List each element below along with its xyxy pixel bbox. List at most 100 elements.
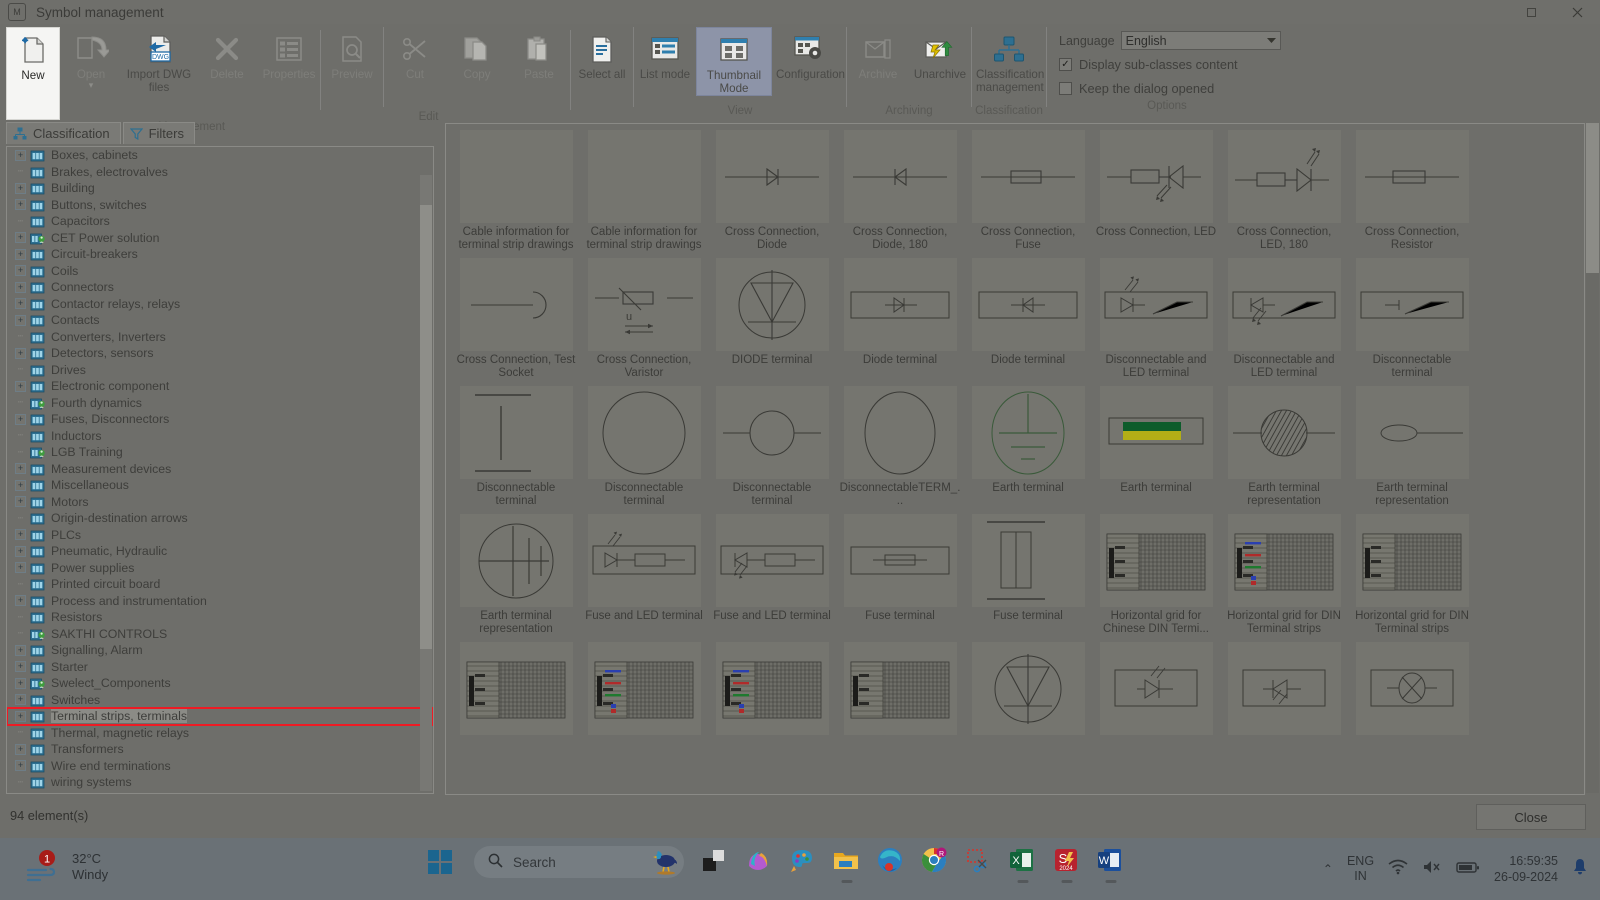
expand-toggle-icon[interactable]: + [15, 380, 26, 392]
tree-item[interactable]: + Detectors, sensors [7, 345, 433, 362]
tree-item[interactable]: + Signalling, Alarm [7, 642, 433, 659]
expand-toggle-icon[interactable]: + [15, 347, 26, 359]
copilot-icon[interactable] [744, 846, 774, 876]
clock[interactable]: 16:59:35 26-09-2024 [1494, 853, 1558, 885]
expand-toggle-icon[interactable]: + [15, 281, 26, 293]
tree-item[interactable]: + Miscellaneous [7, 477, 433, 494]
search-input[interactable]: Search [474, 846, 684, 878]
tree-item[interactable]: ┄ Brakes, electrovalves [7, 164, 433, 181]
expand-toggle-icon[interactable]: + [15, 182, 26, 194]
symbol-cell[interactable]: Disconnectable terminal [455, 386, 577, 508]
symbol-cell[interactable]: Cross Connection, Diode [711, 130, 833, 252]
close-button[interactable]: Close [1476, 804, 1586, 830]
symbol-grid-scrollbar-thumb[interactable] [1586, 123, 1599, 273]
chevron-down-icon[interactable]: ▾ [89, 80, 94, 89]
language-indicator[interactable]: ENG IN [1347, 854, 1374, 884]
configuration-button[interactable]: Configuration [772, 27, 846, 82]
symbol-cell[interactable]: Cross Connection, Diode, 180 [839, 130, 961, 252]
symbol-cell[interactable]: Disconnectable and LED terminal [1095, 258, 1217, 380]
chrome-icon[interactable]: R [920, 846, 950, 876]
tree-item[interactable]: + Measurement devices [7, 461, 433, 478]
unarchive-button[interactable]: Unarchive [909, 27, 971, 82]
symbol-cell[interactable]: Fuse terminal [967, 514, 1089, 636]
symbol-cell[interactable]: Cross Connection, LED, 180 [1223, 130, 1345, 252]
expand-toggle-icon[interactable]: + [15, 232, 26, 244]
tree-item[interactable]: + Boxes, cabinets [7, 147, 433, 164]
windows-logo-icon[interactable] [428, 850, 452, 874]
symbol-grid-container[interactable]: Cable information for terminal strip dra… [445, 123, 1585, 795]
tree-item[interactable]: + Wire end terminations [7, 758, 433, 775]
symbol-cell[interactable]: DisconnectableTERM_... [839, 386, 961, 508]
expand-toggle-icon[interactable]: + [15, 545, 26, 557]
symbol-cell[interactable]: Fuse terminal [839, 514, 961, 636]
tree-item[interactable]: + Pneumatic, Hydraulic [7, 543, 433, 560]
excel-icon[interactable]: X [1008, 846, 1038, 883]
symbol-cell[interactable] [583, 642, 705, 738]
tree-scrollbar[interactable] [420, 175, 432, 791]
tree-item[interactable]: + CET Power solution [7, 230, 433, 247]
wifi-icon[interactable] [1388, 859, 1408, 880]
tree-item[interactable]: + Motors [7, 494, 433, 511]
symbol-cell[interactable]: Cross Connection, Test Socket [455, 258, 577, 380]
symbol-cell[interactable]: Cross Connection, LED [1095, 130, 1217, 252]
paste-button[interactable]: Paste [508, 27, 570, 82]
symbol-cell[interactable]: Disconnectable terminal [711, 386, 833, 508]
new-button[interactable]: New [6, 27, 60, 120]
classification-management-button[interactable]: Classification management [972, 27, 1046, 94]
tree-item[interactable]: + Coils [7, 263, 433, 280]
tree-item[interactable]: + Contacts [7, 312, 433, 329]
task-view-icon[interactable] [700, 846, 730, 876]
expand-toggle-icon[interactable]: + [15, 199, 26, 211]
tree-item[interactable]: ┄ Drives [7, 362, 433, 379]
tree-item[interactable]: + Fuses, Disconnectors [7, 411, 433, 428]
keep-dialog-row[interactable]: Keep the dialog opened [1059, 78, 1287, 99]
symbol-cell[interactable]: Cable information for terminal strip dra… [583, 130, 705, 252]
keep-dialog-checkbox[interactable] [1059, 82, 1072, 95]
symbol-cell[interactable]: Fuse and LED terminal [583, 514, 705, 636]
symbol-cell[interactable]: Diode terminal [839, 258, 961, 380]
select-all-button[interactable]: Select all [571, 27, 633, 82]
tab-classification[interactable]: Classification [6, 122, 121, 144]
tree-item[interactable]: ┄ Capacitors [7, 213, 433, 230]
tree-item[interactable]: + Contactor relays, relays [7, 296, 433, 313]
expand-toggle-icon[interactable]: + [15, 677, 26, 689]
list-mode-button[interactable]: List mode [634, 27, 696, 82]
expand-toggle-icon[interactable]: + [15, 413, 26, 425]
open-button[interactable]: Open ▾ [60, 27, 122, 89]
copy-button[interactable]: Copy [446, 27, 508, 82]
symbol-cell[interactable]: Cable information for terminal strip dra… [455, 130, 577, 252]
tree-item[interactable]: + Transformers [7, 741, 433, 758]
expand-toggle-icon[interactable]: + [15, 710, 26, 722]
volume-muted-icon[interactable] [1422, 859, 1442, 880]
symbol-cell[interactable]: Earth terminal [1095, 386, 1217, 508]
classification-tree[interactable]: + Boxes, cabinets ┄ Brakes, electrovalves + B… [6, 146, 434, 794]
tree-item[interactable]: + Switches [7, 692, 433, 709]
tree-item[interactable]: + Building [7, 180, 433, 197]
symbol-cell[interactable]: Horizontal grid for DIN Terminal strips [1351, 514, 1473, 636]
tree-item[interactable]: + Swelect_Components [7, 675, 433, 692]
expand-toggle-icon[interactable]: + [15, 463, 26, 475]
paint-icon[interactable] [788, 846, 818, 876]
edge-icon[interactable] [876, 846, 906, 876]
symbol-cell[interactable]: Earth terminal representation [455, 514, 577, 636]
tree-item[interactable]: ┄ LGB Training [7, 444, 433, 461]
expand-toggle-icon[interactable]: + [15, 314, 26, 326]
symbol-cell[interactable]: Horizontal grid for DIN Terminal strips [1223, 514, 1345, 636]
restore-icon[interactable] [1508, 0, 1554, 24]
display-subclasses-row[interactable]: ✓ Display sub-classes content [1059, 54, 1287, 75]
cut-button[interactable]: Cut [384, 27, 446, 82]
tree-item[interactable]: + PLCs [7, 527, 433, 544]
expand-toggle-icon[interactable]: + [15, 743, 26, 755]
symbol-cell[interactable] [839, 642, 961, 738]
symbol-cell[interactable]: Disconnectable terminal [583, 386, 705, 508]
language-select[interactable]: English [1120, 31, 1281, 50]
symbol-cell[interactable]: Diode terminal [967, 258, 1089, 380]
symbol-cell[interactable] [1351, 642, 1473, 738]
expand-toggle-icon[interactable]: + [15, 265, 26, 277]
tree-item[interactable]: + Electronic component [7, 378, 433, 395]
tree-scrollbar-thumb[interactable] [420, 205, 432, 649]
symbol-cell[interactable]: Disconnectable terminal [1351, 258, 1473, 380]
symbol-cell[interactable] [1223, 642, 1345, 738]
symbol-cell[interactable]: Disconnectable and LED terminal [1223, 258, 1345, 380]
expand-toggle-icon[interactable]: + [15, 644, 26, 656]
